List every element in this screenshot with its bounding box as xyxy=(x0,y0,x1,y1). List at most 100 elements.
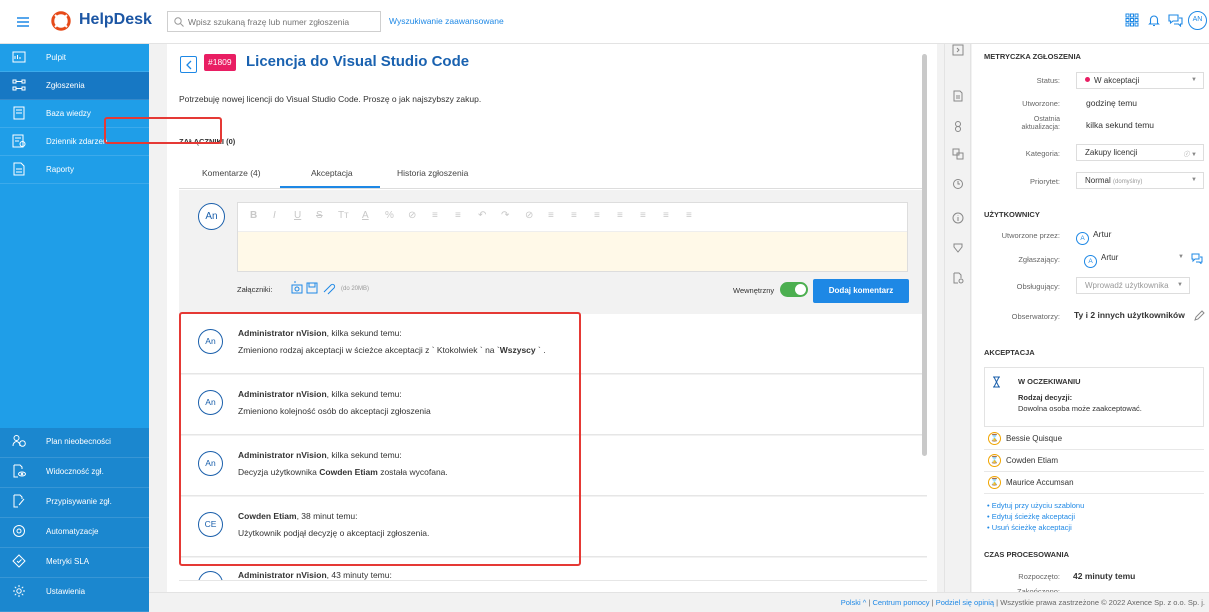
sidebar-item-plan-nieobecnosci[interactable]: Plan nieobecności xyxy=(0,428,149,458)
chat-icon[interactable] xyxy=(1191,253,1203,264)
user-icon[interactable] xyxy=(952,120,964,132)
avatar: An xyxy=(198,203,225,230)
sidebar-item-metryki-sla[interactable]: Metryki SLA xyxy=(0,548,149,578)
paperclip-icon[interactable] xyxy=(323,283,336,295)
created-label: Utworzone: xyxy=(1022,99,1060,108)
visibility-icon xyxy=(13,464,26,478)
chevron-down-icon: ▼ xyxy=(1178,254,1184,260)
edit-path-link[interactable]: • Edytuj ścieżkę akceptacji xyxy=(987,512,1075,521)
user-avatar[interactable]: AN xyxy=(1188,11,1207,30)
reports-icon xyxy=(13,162,25,176)
sidebar-item-pulpit[interactable]: Pulpit xyxy=(0,44,149,72)
hourglass-icon: ⌛ xyxy=(988,476,1001,489)
chevron-down-icon: ▼ xyxy=(1177,282,1183,288)
align-center-icon[interactable]: ≡ xyxy=(571,210,577,221)
highlight-box-comments xyxy=(179,312,581,566)
observers-value[interactable]: Ty i 2 innych użytkowników xyxy=(1074,310,1185,320)
link-icon[interactable]: % xyxy=(385,210,394,221)
edit-template-link[interactable]: • Edytuj przy użyciu szablonu xyxy=(987,501,1084,510)
footer: Polski ^ | Centrum pomocy | Podziel się … xyxy=(149,592,1209,612)
font-color-icon[interactable]: A xyxy=(362,210,369,221)
brand-name[interactable]: HelpDesk xyxy=(79,11,152,29)
tab-bar: Komentarze (4) Akceptacja Historia zgłos… xyxy=(179,159,927,189)
chevron-down-icon: ▼ xyxy=(1191,77,1197,83)
pencil-icon[interactable] xyxy=(1194,310,1205,321)
bold-icon[interactable]: B xyxy=(250,210,257,221)
align-right-icon[interactable]: ≡ xyxy=(594,210,600,221)
search-icon xyxy=(174,17,184,27)
timer-icon[interactable] xyxy=(952,178,964,190)
dashboard-icon xyxy=(12,51,26,63)
reporter-label: Zgłaszający: xyxy=(1018,255,1060,264)
status-select[interactable]: W akceptacji ▼ xyxy=(1076,72,1204,89)
camera-icon[interactable] xyxy=(291,281,303,294)
save-icon[interactable] xyxy=(306,282,318,294)
menu-icon[interactable] xyxy=(16,15,30,29)
add-comment-button[interactable]: Dodaj komentarz xyxy=(813,279,909,303)
redo-icon[interactable]: ↷ xyxy=(501,210,509,221)
lifebuoy-logo-icon xyxy=(51,11,71,31)
sidebar-item-label: Automatyzacje xyxy=(46,527,99,536)
sidebar-item-label: Raporty xyxy=(46,165,75,174)
font-size-icon[interactable]: Tт xyxy=(338,210,349,221)
comment-editor[interactable]: B I U S Tт A % ⊘ ≡ ≡ ↶ ↷ ⊘ ≡ ≡ ≡ ≡ ≡ ≡ ≡ xyxy=(237,202,908,272)
updated-label-2: aktualizacja: xyxy=(1021,124,1060,131)
hourglass-icon: ⌛ xyxy=(988,432,1001,445)
sidebar-item-ustawienia[interactable]: Ustawienia xyxy=(0,578,149,612)
bell-icon[interactable] xyxy=(1147,13,1161,27)
underline-icon[interactable]: U xyxy=(294,210,301,221)
sidebar-item-zgloszenia[interactable]: Zgłoszenia xyxy=(0,72,149,100)
handler-select[interactable]: Wprowadź użytkownika ▼ xyxy=(1076,277,1190,294)
related-icon[interactable] xyxy=(952,272,964,284)
italic-icon[interactable]: I xyxy=(273,210,276,221)
more-format-icon[interactable]: ≡ xyxy=(686,210,692,221)
acceptance-state: W OCZEKIWANIU xyxy=(1018,377,1081,386)
event-log-icon xyxy=(12,134,26,148)
chat-icon[interactable] xyxy=(1168,13,1183,27)
acceptance-icon[interactable] xyxy=(952,148,964,160)
search-box[interactable] xyxy=(167,11,381,32)
acceptance-status-box: W OCZEKIWANIU Rodzaj decyzji: Dowolna os… xyxy=(984,367,1204,427)
created-value: godzinę temu xyxy=(1086,98,1138,108)
help-center-link[interactable]: Centrum pomocy xyxy=(872,598,929,607)
internal-toggle[interactable] xyxy=(780,282,808,297)
sidebar-item-label: Baza wiedzy xyxy=(46,109,91,118)
outdent-icon[interactable]: ≡ xyxy=(663,210,669,221)
reporter-select[interactable]: A Artur ▼ xyxy=(1076,250,1190,268)
language-select[interactable]: Polski ^ xyxy=(841,598,867,607)
scrollbar[interactable] xyxy=(922,54,927,456)
info-icon[interactable] xyxy=(952,212,964,224)
advanced-search-link[interactable]: Wyszukiwanie zaawansowane xyxy=(389,16,504,26)
tab-comments[interactable]: Komentarze (4) xyxy=(202,168,261,178)
sidebar-item-przypisywanie[interactable]: Przypisywanie zgł. xyxy=(0,488,149,518)
delete-path-link[interactable]: • Usuń ścieżkę akceptacji xyxy=(987,523,1072,532)
numbered-list-icon[interactable]: ≡ xyxy=(455,210,461,221)
created-by-user[interactable]: A Artur xyxy=(1076,229,1111,245)
align-left-icon[interactable]: ≡ xyxy=(548,210,554,221)
sidebar-item-widocznosc[interactable]: Widoczność zgł. xyxy=(0,458,149,488)
avatar: A xyxy=(1084,255,1097,268)
align-justify-icon[interactable]: ≡ xyxy=(617,210,623,221)
image-icon[interactable]: ⊘ xyxy=(408,210,416,221)
copyright-text: Wszystkie prawa zastrzeżone © 2022 Axenc… xyxy=(1000,598,1205,607)
strikethrough-icon[interactable]: S xyxy=(316,210,323,221)
bullet-list-icon[interactable]: ≡ xyxy=(432,210,438,221)
priority-select[interactable]: Normal (domyślny) ▼ xyxy=(1076,172,1204,189)
category-select[interactable]: Zakupy licencji ⓘ ▼ xyxy=(1076,144,1204,161)
sidebar-item-raporty[interactable]: Raporty xyxy=(0,156,149,184)
apps-grid-icon[interactable] xyxy=(1125,13,1139,27)
undo-icon[interactable]: ↶ xyxy=(478,210,486,221)
tag-icon[interactable] xyxy=(952,242,964,254)
search-input[interactable] xyxy=(188,14,376,29)
sidebar-item-automatyzacje[interactable]: Automatyzacje xyxy=(0,518,149,548)
tab-history[interactable]: Historia zgłoszenia xyxy=(397,168,468,178)
sidebar-item-label: Przypisywanie zgł. xyxy=(46,497,112,506)
tab-acceptance[interactable]: Akceptacja xyxy=(311,168,353,178)
details-icon[interactable] xyxy=(952,90,964,102)
back-button[interactable] xyxy=(180,56,197,73)
collapse-panel-icon[interactable] xyxy=(952,44,964,56)
comment-input-area[interactable] xyxy=(238,231,907,271)
clear-format-icon[interactable]: ⊘ xyxy=(525,210,533,221)
feedback-link[interactable]: Podziel się opinią xyxy=(936,598,994,607)
indent-icon[interactable]: ≡ xyxy=(640,210,646,221)
